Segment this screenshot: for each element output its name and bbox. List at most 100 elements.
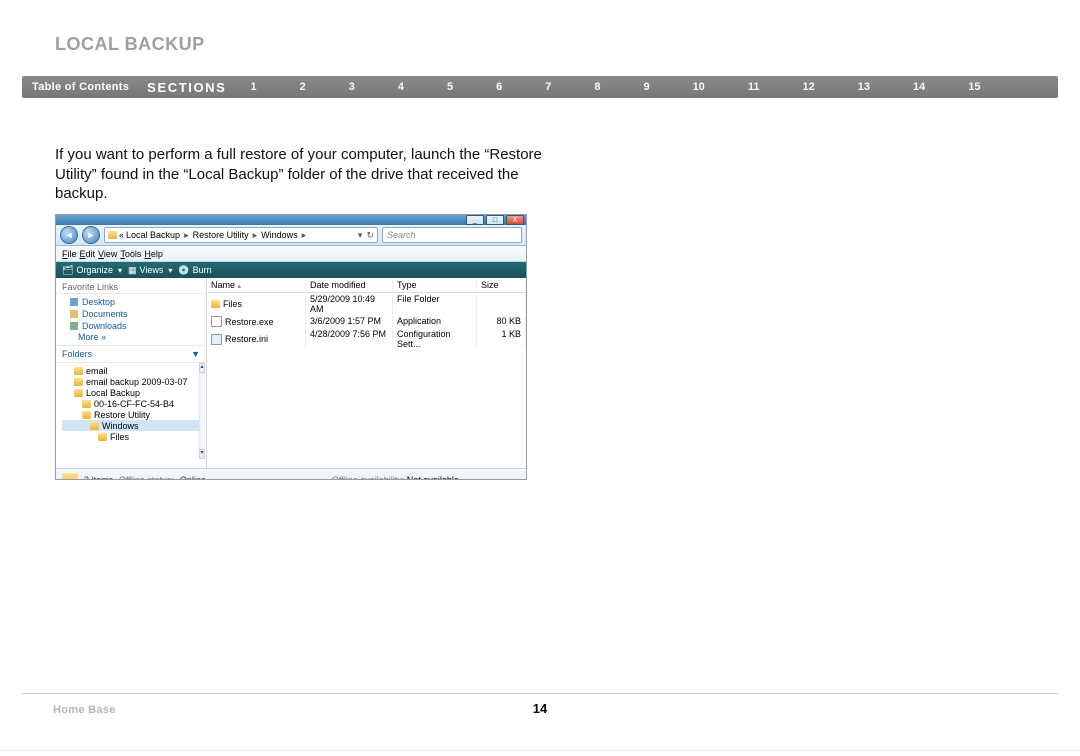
file-row[interactable]: Restore.exe 3/6/2009 1:57 PM Application… <box>207 315 526 328</box>
exe-icon <box>211 316 222 327</box>
page-title: LOCAL BACKUP <box>55 34 205 55</box>
section-link-6[interactable]: 6 <box>496 81 502 93</box>
page-number: 14 <box>533 701 547 716</box>
folder-icon <box>211 300 220 308</box>
chevron-right-icon: ▸ <box>302 230 307 241</box>
burn-button[interactable]: 💿 Burn <box>178 265 211 276</box>
status-offline-value: Online <box>180 475 206 481</box>
window-titlebar[interactable]: _ □ X <box>56 215 526 225</box>
address-bar: ◄ ► « Local Backup ▸ Restore Utility ▸ W… <box>56 225 526 246</box>
tree-item-selected[interactable]: Windows <box>62 420 202 431</box>
section-nav: Table of Contents SECTIONS 1 2 3 4 5 6 7… <box>22 76 1058 98</box>
minimize-button[interactable]: _ <box>466 215 484 225</box>
address-seg-2[interactable]: Restore Utility <box>193 230 249 240</box>
folder-icon <box>74 389 83 397</box>
refresh-icon[interactable]: ↻ <box>366 230 374 241</box>
tree-item[interactable]: 00-16-CF-FC-54-B4 <box>62 398 202 409</box>
section-link-14[interactable]: 14 <box>913 81 925 93</box>
chevron-right-icon: ▸ <box>253 230 258 241</box>
section-link-15[interactable]: 15 <box>968 81 980 93</box>
explorer-window: _ □ X ◄ ► « Local Backup ▸ Restore Utili… <box>55 214 527 480</box>
views-button[interactable]: ▦ Views <box>128 265 172 276</box>
section-link-4[interactable]: 4 <box>398 81 404 93</box>
sections-label: SECTIONS <box>147 80 226 95</box>
favorite-desktop[interactable]: Desktop <box>56 296 206 308</box>
navigation-pane: Favorite Links Desktop Documents Downloa… <box>56 278 207 468</box>
section-link-9[interactable]: 9 <box>643 81 649 93</box>
section-link-5[interactable]: 5 <box>447 81 453 93</box>
favorites-more[interactable]: More » <box>56 332 206 342</box>
intro-text: If you want to perform a full restore of… <box>55 145 575 204</box>
address-seg-0: « <box>119 230 124 240</box>
file-row[interactable]: Restore.ini 4/28/2009 7:56 PM Configurat… <box>207 328 526 350</box>
tree-item[interactable]: Files <box>62 431 202 442</box>
status-items: 3 items <box>84 475 113 481</box>
menu-edit[interactable]: Edit <box>80 249 96 259</box>
tree-item[interactable]: email backup 2009-03-07 <box>62 376 202 387</box>
tree-item[interactable]: Restore Utility <box>62 409 202 420</box>
back-button[interactable]: ◄ <box>60 226 78 244</box>
downloads-icon <box>70 322 78 330</box>
section-link-12[interactable]: 12 <box>802 81 814 93</box>
section-link-11[interactable]: 11 <box>748 81 760 93</box>
section-link-1[interactable]: 1 <box>250 81 256 93</box>
menu-help[interactable]: Help <box>144 249 163 259</box>
folder-icon <box>98 433 107 441</box>
close-button[interactable]: X <box>506 215 524 225</box>
chevron-right-icon: ▸ <box>184 230 189 241</box>
section-link-13[interactable]: 13 <box>858 81 870 93</box>
menu-tools[interactable]: Tools <box>120 249 141 259</box>
organize-button[interactable]: 🗂 Organize <box>62 265 122 276</box>
tree-scrollbar[interactable]: ▴ ▾ <box>199 363 205 459</box>
folder-icon <box>74 367 83 375</box>
status-avail-label: Offline availability: <box>332 475 404 481</box>
col-type[interactable]: Type <box>393 280 477 290</box>
section-link-10[interactable]: 10 <box>693 81 705 93</box>
forward-button[interactable]: ► <box>82 226 100 244</box>
address-seg-3[interactable]: Windows <box>261 230 298 240</box>
footer-brand: Home Base <box>53 704 116 716</box>
section-numbers: 1 2 3 4 5 6 7 8 9 10 11 12 13 14 15 <box>250 81 980 93</box>
folder-icon <box>108 231 117 239</box>
section-link-2[interactable]: 2 <box>300 81 306 93</box>
folder-icon <box>90 422 99 430</box>
col-date[interactable]: Date modified <box>306 280 393 290</box>
toolbar: 🗂 Organize ▦ Views 💿 Burn <box>56 262 526 278</box>
favorite-documents[interactable]: Documents <box>56 308 206 320</box>
status-offline-label: Offline status: <box>119 475 174 481</box>
col-size[interactable]: Size <box>477 280 526 290</box>
menu-file[interactable]: File <box>62 249 77 259</box>
tree-item[interactable]: Local Backup <box>62 387 202 398</box>
chevron-down-icon[interactable]: ▾ <box>358 230 363 241</box>
file-row[interactable]: Files 5/29/2009 10:49 AM File Folder <box>207 293 526 315</box>
col-name[interactable]: Name ▴ <box>207 280 306 290</box>
folders-title[interactable]: Folders <box>62 349 92 359</box>
footer-divider-2 <box>0 750 1080 751</box>
scroll-down-icon[interactable]: ▾ <box>199 449 205 459</box>
section-link-7[interactable]: 7 <box>545 81 551 93</box>
folder-icon <box>82 400 91 408</box>
search-input[interactable]: Search <box>382 227 522 243</box>
toc-link[interactable]: Table of Contents <box>32 81 129 93</box>
section-link-3[interactable]: 3 <box>349 81 355 93</box>
maximize-button[interactable]: □ <box>486 215 504 225</box>
favorite-downloads[interactable]: Downloads <box>56 320 206 332</box>
address-input[interactable]: « Local Backup ▸ Restore Utility ▸ Windo… <box>104 227 378 243</box>
folder-tree: email email backup 2009-03-07 Local Back… <box>56 363 206 459</box>
status-bar: 3 items Offline status: Online Offline a… <box>56 468 526 480</box>
address-seg-1[interactable]: Local Backup <box>126 230 180 240</box>
tree-item[interactable]: email <box>62 365 202 376</box>
folder-icon <box>62 473 78 481</box>
desktop-icon <box>70 298 78 306</box>
column-headers: Name ▴ Date modified Type Size <box>207 278 526 293</box>
section-link-8[interactable]: 8 <box>594 81 600 93</box>
scroll-up-icon[interactable]: ▴ <box>199 363 205 373</box>
folder-icon <box>74 378 83 386</box>
menu-bar: File Edit View Tools Help <box>56 246 526 262</box>
menu-view[interactable]: View <box>98 249 117 259</box>
file-list-pane: Name ▴ Date modified Type Size Files 5/2… <box>207 278 526 468</box>
footer-divider <box>22 693 1058 694</box>
favorites-title: Favorite Links <box>62 282 118 292</box>
folder-icon <box>82 411 91 419</box>
chevron-down-icon[interactable]: ▼ <box>191 349 200 359</box>
